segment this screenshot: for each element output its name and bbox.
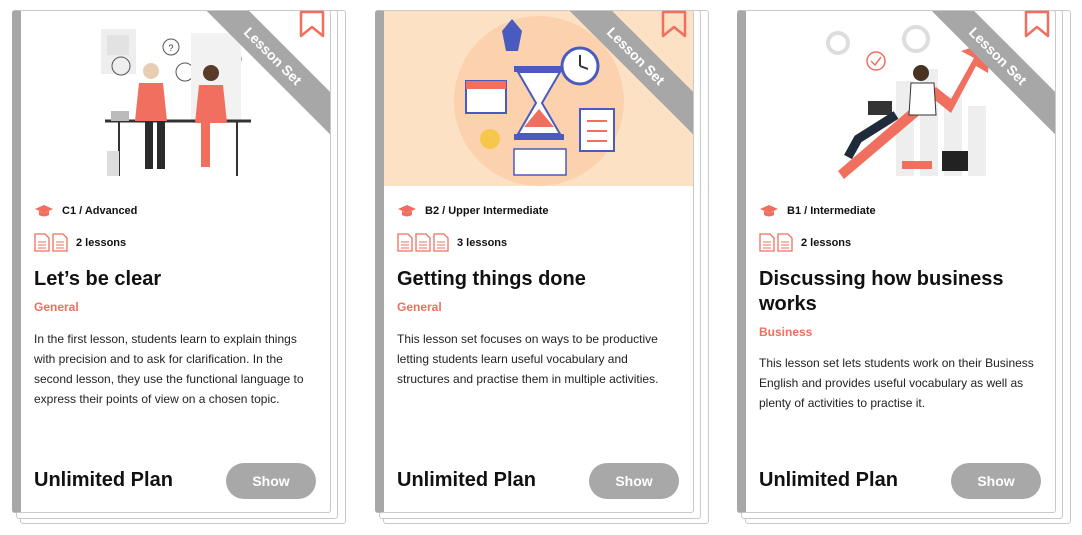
document-icon [415,233,431,252]
document-icon [759,233,775,252]
level-row: C1 / Advanced [34,204,137,218]
bookmark-icon[interactable] [661,10,687,38]
bookmark-icon[interactable] [299,10,325,38]
level-row: B2 / Upper Intermediate [397,204,548,218]
level-label: B1 / Intermediate [787,205,876,217]
business-growth-illustration [746,11,1055,186]
lesson-set-card[interactable]: Lesson Set B2 / Upper Intermediate 3 les… [375,10,709,524]
lessons-count: 2 lessons [801,236,852,249]
card-title[interactable]: Getting things done [397,267,682,292]
category-label: Business [759,325,813,339]
card-body: Lesson Set B1 / Intermediate 2 lessons D… [737,10,1056,513]
lesson-set-card[interactable]: ? Lesson Set C1 / Advanced 2 lessons Let… [12,10,346,524]
meeting-illustration: ? [21,11,330,186]
plan-label: Unlimited Plan [759,469,898,491]
level-label: B2 / Upper Intermediate [425,205,549,217]
document-icon [433,233,449,252]
card-body: Lesson Set B2 / Upper Intermediate 3 les… [375,10,694,513]
svg-text:?: ? [168,43,173,53]
document-icon [777,233,793,252]
graduation-cap-icon [398,205,416,217]
lessons-row: 2 lessons [759,233,851,252]
lessons-count: 2 lessons [76,236,127,249]
level-row: B1 / Intermediate [759,204,876,218]
bookmark-icon[interactable] [1024,10,1050,38]
document-icon [34,233,50,252]
lesson-set-card[interactable]: Lesson Set B1 / Intermediate 2 lessons D… [737,10,1071,524]
show-button[interactable]: Show [226,463,316,499]
card-title[interactable]: Let’s be clear [34,267,319,292]
card-description: In the first lesson, students learn to e… [34,332,304,406]
productivity-illustration [384,11,693,186]
lessons-row: 3 lessons [397,233,507,252]
lessons-row: 2 lessons [34,233,126,252]
graduation-cap-icon [35,205,53,217]
plan-label: Unlimited Plan [34,469,173,491]
document-icon [397,233,413,252]
lessons-count: 3 lessons [457,236,508,249]
card-body: ? Lesson Set C1 / Advanced 2 lessons Let… [12,10,331,513]
card-title[interactable]: Discussing how business works [759,267,1044,317]
show-button[interactable]: Show [951,463,1041,499]
category-label: General [397,300,442,314]
card-description: This lesson set focuses on ways to be pr… [397,332,659,386]
graduation-cap-icon [760,205,778,217]
card-description: This lesson set lets students work on th… [759,356,1034,410]
level-label: C1 / Advanced [62,205,138,217]
category-label: General [34,300,79,314]
document-icon [52,233,68,252]
plan-label: Unlimited Plan [397,469,536,491]
show-button[interactable]: Show [589,463,679,499]
